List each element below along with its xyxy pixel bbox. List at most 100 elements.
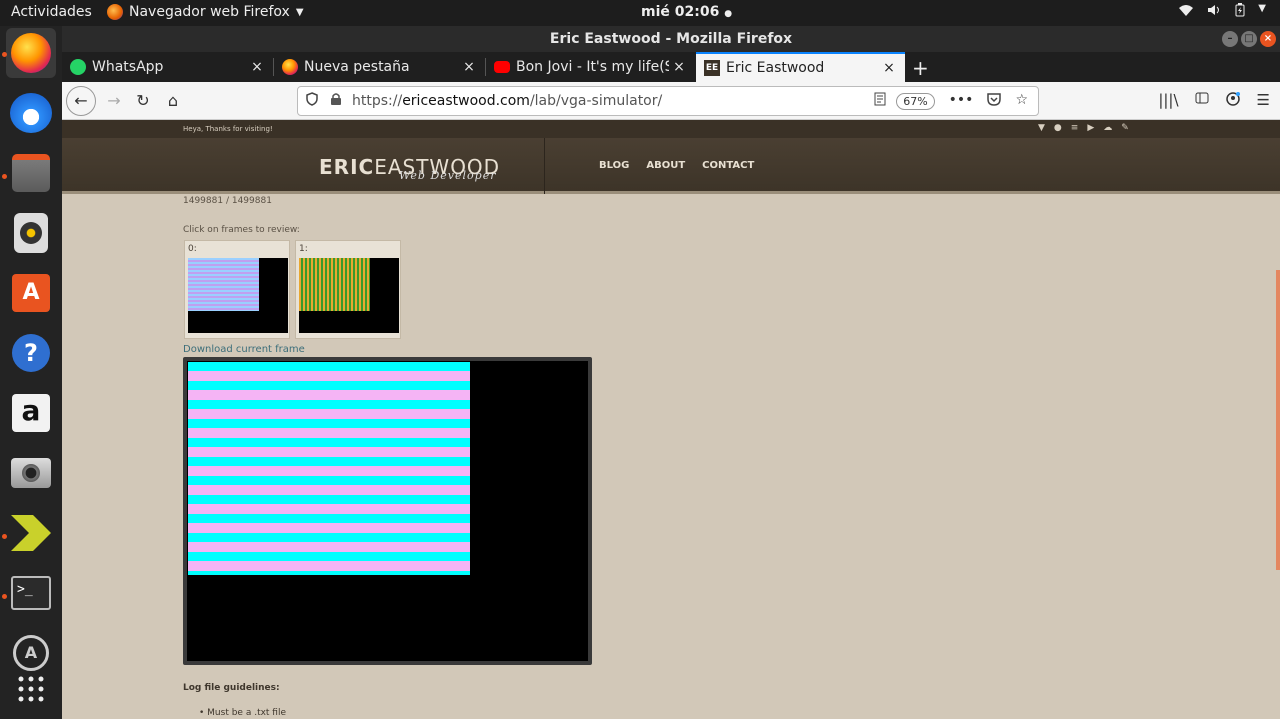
terminal-icon: >_: [11, 576, 51, 610]
amazon-icon: a: [12, 394, 50, 432]
dock-rhythmbox[interactable]: [6, 208, 56, 258]
tab-eric-eastwood[interactable]: EE Eric Eastwood ×: [696, 52, 905, 82]
dock-files[interactable]: [6, 148, 56, 198]
close-icon[interactable]: ×: [459, 59, 479, 75]
back-button[interactable]: ←: [66, 86, 96, 116]
close-window-button[interactable]: ×: [1260, 31, 1276, 47]
firefox-icon: [107, 4, 123, 20]
firefox-icon: [282, 59, 298, 75]
pocket-icon[interactable]: [987, 92, 1002, 110]
library-icon[interactable]: |||\: [1158, 91, 1178, 111]
dock-show-apps[interactable]: [6, 664, 56, 714]
minimize-button[interactable]: –: [1222, 31, 1238, 47]
tab-nueva-pestana[interactable]: Nueva pestaña ×: [274, 52, 485, 82]
dock-camera[interactable]: [6, 448, 56, 498]
youtube-icon[interactable]: ▶: [1087, 123, 1094, 133]
app-menu[interactable]: Navegador web Firefox ▼: [107, 4, 304, 20]
rhythmbox-icon: [14, 213, 48, 253]
sidebar-icon[interactable]: [1195, 91, 1209, 111]
zoom-level-button[interactable]: 67%: [896, 92, 935, 110]
running-indicator: [2, 52, 7, 57]
guideline-item: • Must be a .txt file: [199, 708, 287, 718]
thunderbird-icon: [10, 93, 52, 133]
firefox-window: Eric Eastwood - Mozilla Firefox – □ × Wh…: [62, 26, 1280, 719]
close-icon[interactable]: ×: [247, 59, 267, 75]
url-text[interactable]: https://ericeastwood.com/lab/vga-simulat…: [352, 93, 874, 109]
url-domain: ericeastwood.com: [402, 93, 530, 109]
download-frame-link[interactable]: Download current frame: [183, 344, 305, 355]
tab-youtube[interactable]: Bon Jovi - It's my life(Sub ×: [486, 52, 695, 82]
nav-blog-link[interactable]: BLOG: [599, 160, 629, 171]
nav-about-link[interactable]: ABOUT: [646, 160, 685, 171]
close-icon[interactable]: ×: [669, 59, 689, 75]
reader-view-icon[interactable]: [874, 92, 886, 110]
cloud-icon[interactable]: ☁: [1103, 123, 1112, 133]
close-icon[interactable]: ×: [879, 60, 899, 76]
terminal-alt-icon: [11, 515, 51, 551]
url-prefix: https://: [352, 93, 403, 109]
forward-button[interactable]: →: [100, 87, 128, 115]
hamburger-menu-icon[interactable]: ☰: [1257, 91, 1270, 111]
url-bar[interactable]: https://ericeastwood.com/lab/vga-simulat…: [297, 86, 1039, 116]
frame-thumbnail-0[interactable]: 0:: [184, 240, 290, 339]
dock: A ? a >_ A: [0, 26, 62, 719]
maximize-button[interactable]: □: [1241, 31, 1257, 47]
dock-amazon[interactable]: a: [6, 388, 56, 438]
guidelines-heading: Log file guidelines:: [183, 683, 280, 693]
vga-frame-display: [183, 357, 592, 665]
chevron-down-icon: ▼: [1258, 3, 1266, 14]
frame-label: 1:: [299, 244, 308, 254]
dock-terminal-alt[interactable]: [6, 508, 56, 558]
tab-title: Bon Jovi - It's my life(Sub: [516, 59, 669, 75]
pen-icon[interactable]: ✎: [1121, 123, 1129, 133]
dock-thunderbird[interactable]: [6, 88, 56, 138]
activities-button[interactable]: Actividades: [11, 4, 92, 20]
battery-icon: [1234, 3, 1246, 21]
wifi-icon: [1178, 3, 1194, 21]
frame-label: 0:: [188, 244, 197, 254]
window-title: Eric Eastwood - Mozilla Firefox: [549, 31, 793, 47]
clock-label: mié 02:06: [641, 4, 720, 20]
app-grid-icon: [18, 676, 44, 702]
dock-terminal[interactable]: >_: [6, 568, 56, 618]
clock[interactable]: mié 02:06 ●: [641, 4, 732, 20]
chevron-down-icon: ▼: [295, 6, 304, 18]
running-indicator: [2, 594, 7, 599]
dock-firefox[interactable]: [6, 28, 56, 78]
frame-preview: [299, 258, 399, 333]
github-icon[interactable]: ●: [1054, 123, 1062, 133]
running-indicator: [2, 174, 7, 179]
software-icon: A: [12, 274, 50, 312]
files-icon: [12, 154, 50, 192]
app-menu-label: Navegador web Firefox: [129, 4, 290, 20]
running-indicator: [2, 534, 7, 539]
nav-contact-link[interactable]: CONTACT: [702, 160, 754, 171]
header-divider: [544, 138, 545, 194]
dock-help[interactable]: ?: [6, 328, 56, 378]
frame-counter: 1499881 / 1499881: [183, 196, 272, 206]
shield-icon: [306, 92, 322, 110]
frame-stripes: [188, 362, 470, 575]
new-tab-button[interactable]: +: [912, 56, 929, 80]
welcome-text: Heya, Thanks for visiting!: [183, 125, 273, 133]
gitlab-icon[interactable]: ▼: [1038, 123, 1045, 133]
page-actions-icon[interactable]: •••: [949, 92, 974, 110]
camera-icon: [11, 458, 51, 488]
site-logo[interactable]: ERICEASTWOOD Web Developer: [319, 155, 500, 182]
site-header: ERICEASTWOOD Web Developer BLOG ABOUT CO…: [62, 138, 1280, 194]
frame-thumbnail-1[interactable]: 1:: [295, 240, 401, 339]
window-titlebar[interactable]: Eric Eastwood - Mozilla Firefox – □ ×: [62, 26, 1280, 52]
bookmark-star-icon[interactable]: ☆: [1015, 92, 1028, 110]
account-icon[interactable]: [1225, 91, 1241, 111]
volume-icon: [1206, 3, 1222, 21]
scrollbar[interactable]: [1276, 270, 1280, 570]
tab-whatsapp[interactable]: WhatsApp ×: [62, 52, 273, 82]
reload-button[interactable]: ↻: [129, 87, 157, 115]
dock-software[interactable]: A: [6, 268, 56, 318]
youtube-icon: [494, 61, 510, 73]
navigation-bar: ← → ↻ ⌂ https://ericeastwood.com/lab/vga…: [62, 82, 1280, 120]
site-nav: BLOG ABOUT CONTACT: [599, 160, 754, 171]
home-button[interactable]: ⌂: [159, 87, 187, 115]
stackoverflow-icon[interactable]: ≡: [1071, 123, 1079, 133]
system-tray[interactable]: ▼: [1178, 3, 1266, 21]
